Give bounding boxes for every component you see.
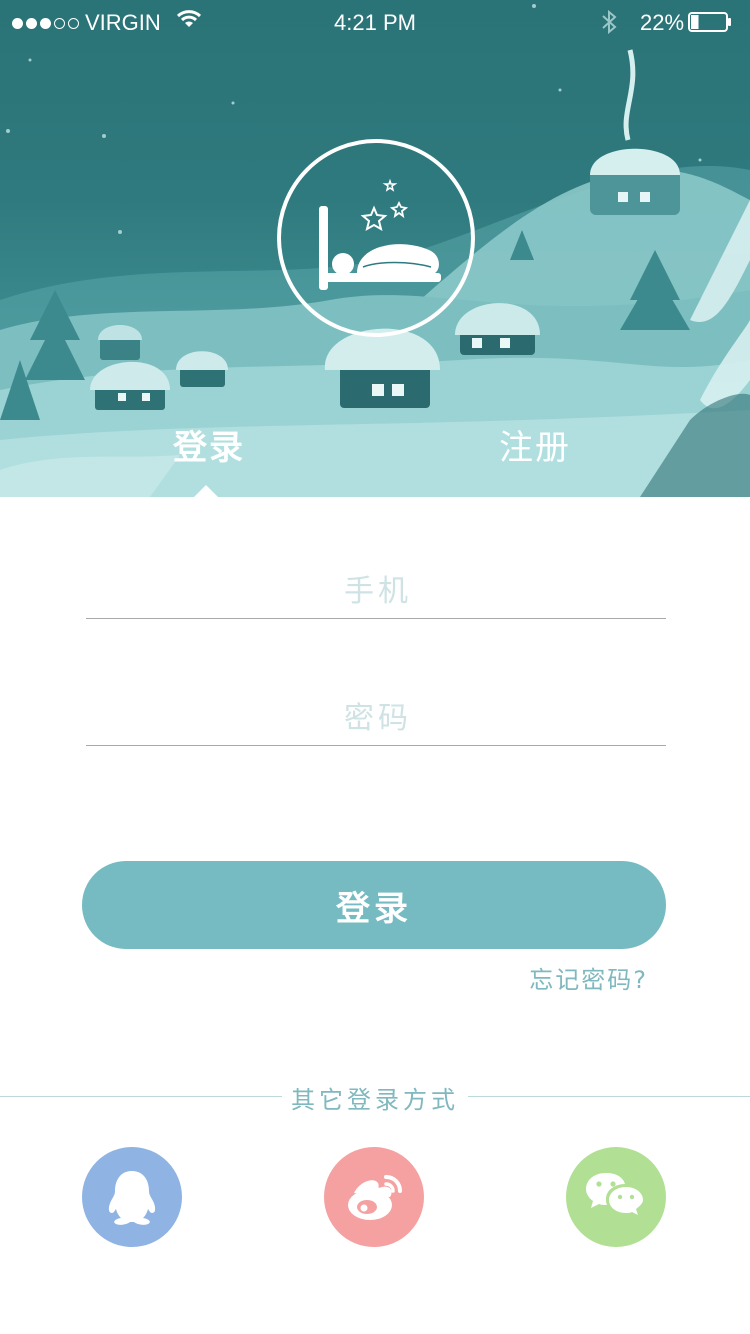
hero-banner: VIRGIN 4:21 PM 22% 登录 注册 <box>0 0 750 497</box>
tab-login[interactable]: 登录 <box>173 420 245 469</box>
password-input[interactable] <box>86 689 670 747</box>
qq-login-button[interactable] <box>82 1147 182 1247</box>
tab-register[interactable]: 注册 <box>499 420 571 469</box>
bluetooth-icon <box>602 9 617 35</box>
divider-right <box>468 1096 750 1097</box>
status-time: 4:21 PM <box>334 10 416 35</box>
wechat-icon <box>586 1173 643 1215</box>
wechat-login-button[interactable] <box>566 1147 666 1247</box>
battery-percent: 22% <box>640 10 685 35</box>
forgot-password-link[interactable]: 忘记密码? <box>529 960 648 995</box>
weibo-login-button[interactable] <box>324 1147 424 1247</box>
app-logo <box>277 139 475 337</box>
phone-input[interactable] <box>86 562 670 620</box>
battery-icon <box>688 12 731 32</box>
status-bar: VIRGIN 4:21 PM 22% <box>0 0 750 46</box>
weibo-icon <box>348 1175 402 1220</box>
login-button[interactable]: 登录 <box>82 861 666 949</box>
qq-icon <box>108 1171 156 1225</box>
phone-field <box>86 562 670 620</box>
sleeping-bed-icon <box>319 178 441 290</box>
other-login-label: 其它登录方式 <box>291 1086 459 1114</box>
password-field <box>86 689 670 747</box>
active-tab-indicator <box>193 485 219 497</box>
